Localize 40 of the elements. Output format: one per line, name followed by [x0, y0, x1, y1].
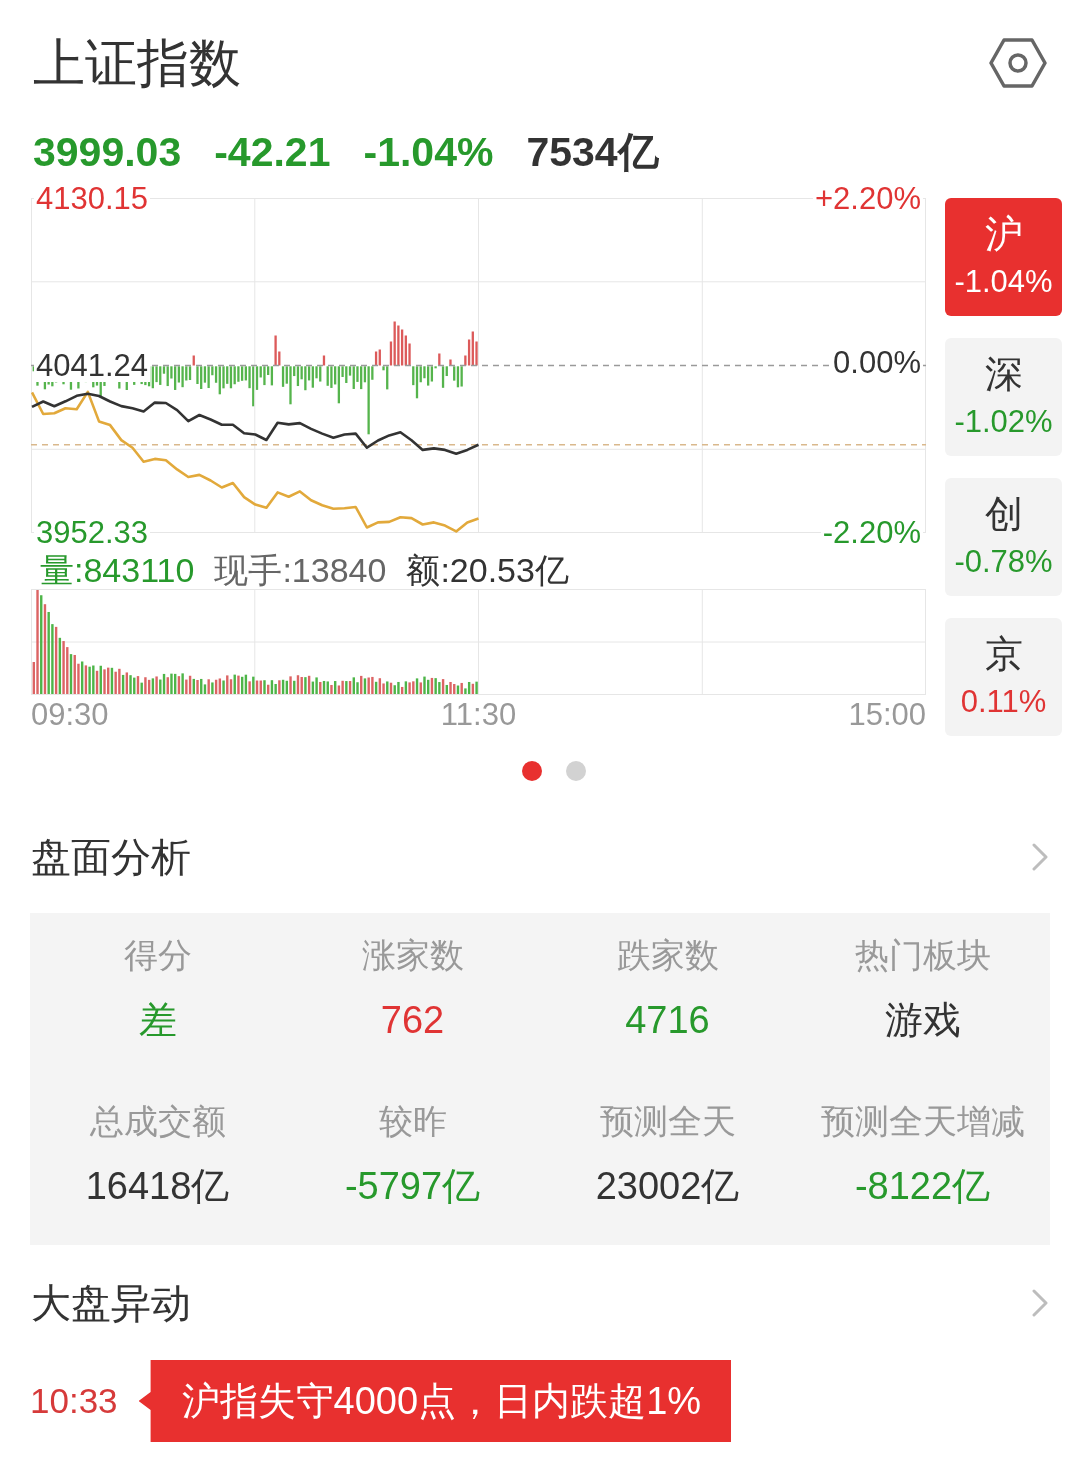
volume-reading: 额:20.53亿 — [406, 551, 569, 589]
stat-value: 23002亿 — [595, 1164, 740, 1208]
event-time: 10:33 — [30, 1380, 118, 1422]
market-tab[interactable]: 创 -0.78% — [945, 478, 1062, 596]
stat-label: 预测全天增减 — [820, 1101, 1025, 1142]
stat-label: 热门板块 — [854, 935, 991, 976]
stat-label: 预测全天 — [599, 1101, 736, 1142]
chevron-right-icon[interactable] — [1032, 843, 1048, 871]
turnover-amount: 7534亿 — [526, 128, 659, 176]
stat-value: 762 — [380, 998, 445, 1042]
stat-value: 游戏 — [884, 998, 961, 1042]
market-tab[interactable]: 京 0.11% — [945, 618, 1062, 736]
market-tab[interactable]: 深 -1.02% — [945, 338, 1062, 456]
settings-icon[interactable] — [989, 38, 1047, 88]
time-axis-label: 15:00 — [848, 696, 926, 734]
price-value: 3999.03 — [33, 128, 182, 176]
stat-label: 较昨 — [378, 1101, 447, 1142]
time-axis-label: 09:30 — [31, 696, 109, 734]
stat-value: 4716 — [625, 998, 710, 1042]
time-axis-label: 11:30 — [440, 696, 517, 734]
stat-value: -5797亿 — [344, 1164, 481, 1208]
stat-label: 跌家数 — [616, 935, 719, 976]
page-dot[interactable] — [522, 761, 542, 781]
stat-label: 得分 — [123, 935, 192, 976]
change-percent: -1.04% — [363, 128, 494, 176]
stat-value: -8122亿 — [854, 1164, 991, 1208]
section-title: 大盘异动 — [31, 1280, 191, 1327]
index-title: 上证指数 — [33, 33, 241, 94]
chevron-right-icon[interactable] — [1032, 1289, 1048, 1317]
stat-label: 总成交额 — [89, 1101, 226, 1142]
page-dot[interactable] — [566, 761, 586, 781]
market-tab[interactable]: 沪 -1.04% — [945, 198, 1062, 316]
stat-label: 涨家数 — [361, 935, 464, 976]
section-title: 盘面分析 — [31, 834, 191, 881]
stat-value: 差 — [138, 998, 177, 1042]
event-callout[interactable]: 沪指失守4000点，日内跌超1% — [138, 1360, 732, 1442]
stat-value: 16418亿 — [85, 1164, 230, 1208]
volume-reading: 量:843110 — [40, 551, 195, 589]
volume-reading: 现手:13840 — [214, 551, 387, 589]
price-change: -42.21 — [214, 128, 331, 176]
